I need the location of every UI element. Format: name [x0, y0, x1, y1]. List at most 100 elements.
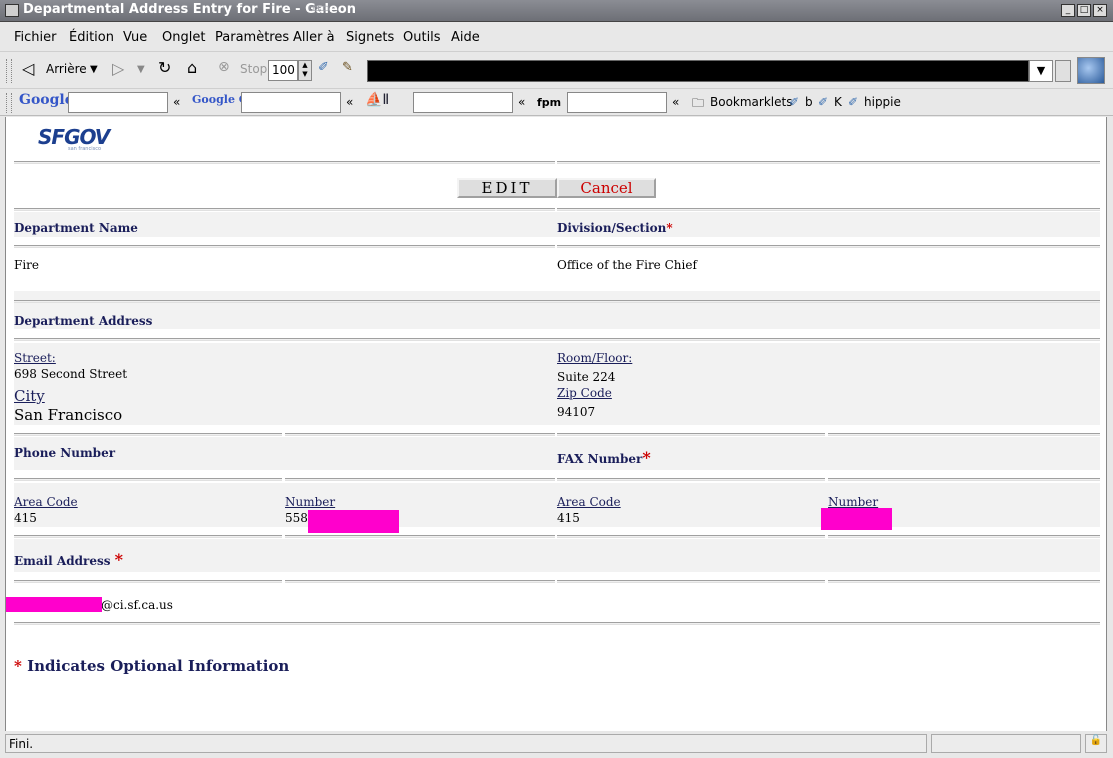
menu-parametres[interactable]: Paramètres	[215, 30, 289, 45]
search-toolbar-grip[interactable]	[6, 93, 12, 113]
fax-number-label-text: FAX Number	[557, 452, 643, 466]
reload-icon[interactable]: ↻	[158, 58, 171, 77]
menu-edition[interactable]: Édition	[69, 30, 114, 45]
bookmark-b[interactable]: b	[805, 95, 813, 109]
fax-number-label: FAX Number*	[557, 448, 651, 467]
progress-area	[931, 734, 1081, 753]
back-arrow-icon[interactable]: ◁	[22, 59, 34, 78]
menu-fichier[interactable]: Fichier	[14, 30, 57, 45]
fax-area-code-link[interactable]: Area Code	[557, 495, 621, 509]
stop-icon[interactable]: ⊗	[218, 59, 230, 75]
division-label-text: Division/Section	[557, 221, 667, 235]
back-history-chevron-icon[interactable]: ▼	[90, 64, 98, 75]
brush-icon[interactable]: ✎	[342, 60, 353, 75]
edit-button[interactable]: EDIT	[457, 178, 557, 198]
title-decoration: ▫▫▫▫	[308, 3, 329, 14]
menu-onglet[interactable]: Onglet	[162, 30, 205, 45]
toolbar-grip[interactable]	[6, 59, 12, 83]
header-band	[14, 291, 1100, 329]
bookmark-star-icon[interactable]: ✐	[318, 60, 329, 75]
bookmark-hippie[interactable]: hippie	[864, 95, 901, 109]
url-dropdown-button[interactable]: ▼	[1029, 60, 1053, 82]
menu-aide[interactable]: Aide	[451, 30, 480, 45]
groups-search-input[interactable]	[241, 92, 341, 113]
back-button[interactable]: Arrière	[46, 62, 87, 76]
maximize-button[interactable]: □	[1077, 4, 1091, 17]
optional-marker: *	[666, 221, 673, 235]
cancel-button[interactable]: Cancel	[557, 178, 656, 198]
menu-outils[interactable]: Outils	[403, 30, 441, 45]
page-content: SFGOV san francisco EDIT Cancel Departme…	[5, 117, 1107, 731]
fpm-search-input[interactable]	[567, 92, 667, 113]
redacted-phone-number	[308, 510, 399, 533]
stop-button[interactable]: Stop	[240, 62, 267, 76]
security-lock-icon[interactable]: 🔓	[1085, 734, 1107, 753]
optional-info-note: * Indicates Optional Information	[14, 657, 289, 675]
menu-vue[interactable]: Vue	[123, 30, 147, 45]
divider	[14, 300, 1100, 303]
street-link[interactable]: Street:	[14, 351, 56, 365]
divider	[14, 478, 282, 481]
header-band	[14, 539, 1100, 572]
city-value: San Francisco	[14, 406, 123, 424]
bookmark-hippie-icon: ✐	[848, 95, 859, 109]
divider	[557, 245, 1100, 248]
divider	[557, 208, 1100, 211]
phone-area-code-value: 415	[14, 511, 37, 525]
divider	[14, 208, 555, 211]
folder-icon: 🗀	[692, 96, 705, 110]
bookmark-k-icon: ✐	[818, 95, 829, 109]
zip-code-link[interactable]: Zip Code	[557, 386, 612, 400]
bookmark-k[interactable]: K	[834, 95, 842, 109]
street-value: 698 Second Street	[14, 367, 128, 381]
url-bar-redacted[interactable]	[367, 60, 1029, 82]
bookmarklets-folder[interactable]: Bookmarklets	[710, 95, 792, 109]
window-title: Departmental Address Entry for Fire - Ga…	[23, 2, 356, 17]
divider	[557, 535, 825, 538]
google-search-input[interactable]	[68, 92, 168, 113]
forward-arrow-icon[interactable]: ▷	[112, 59, 124, 78]
divider	[285, 433, 555, 436]
divider	[828, 478, 1100, 481]
email-address-value: @ci.sf.ca.us	[101, 598, 173, 612]
zoom-input[interactable]: 100	[268, 60, 298, 81]
menu-aller-a[interactable]: Aller à	[293, 30, 335, 45]
url-history-button[interactable]	[1055, 60, 1071, 82]
home-icon[interactable]: ⌂	[187, 58, 197, 77]
menu-signets[interactable]: Signets	[346, 30, 394, 45]
google-logo: Google	[19, 92, 74, 108]
optional-marker: *	[114, 550, 124, 569]
bookmark-b-icon: ✐	[789, 95, 800, 109]
phone-number-label: Phone Number	[14, 446, 116, 460]
phone-area-code-link[interactable]: Area Code	[14, 495, 78, 509]
divider	[14, 535, 282, 538]
forward-history-chevron-icon[interactable]: ▼	[137, 64, 145, 75]
fax-number-link[interactable]: Number	[828, 495, 878, 509]
minimize-button[interactable]: _	[1061, 4, 1075, 17]
divider	[557, 433, 825, 436]
email-address-label-text: Email Address	[14, 554, 111, 568]
zoom-stepper[interactable]: ▲ ▼	[298, 60, 312, 81]
divider	[557, 580, 825, 583]
department-address-label: Department Address	[14, 314, 153, 328]
zip-code-value: 94107	[557, 405, 596, 419]
phone-number-link[interactable]: Number	[285, 495, 335, 509]
status-bar: Fini. 🔓	[0, 731, 1113, 758]
google-separator: «	[173, 95, 181, 109]
divider	[14, 161, 555, 164]
window-menu-button[interactable]	[5, 4, 19, 17]
fpm-separator: «	[672, 95, 680, 109]
room-floor-link[interactable]: Room/Floor:	[557, 351, 632, 365]
close-button[interactable]: ×	[1093, 4, 1107, 17]
divider	[557, 161, 1100, 164]
city-link[interactable]: City	[14, 387, 45, 405]
optional-note-star: *	[14, 657, 22, 675]
galeon-throbber-icon	[1077, 57, 1105, 84]
fpm-logo: fpm	[537, 96, 562, 109]
dictionary-search-input[interactable]	[413, 92, 513, 113]
menu-bar: Fichier Édition Vue Onglet Paramètres Al…	[0, 23, 1113, 52]
search-toolbar: Google « Google GROUPS « ⛵Ⅱ « fpm « 🗀 Bo…	[0, 90, 1113, 116]
divider	[14, 245, 555, 248]
department-name-value: Fire	[14, 258, 40, 272]
redacted-email-user	[6, 597, 102, 612]
